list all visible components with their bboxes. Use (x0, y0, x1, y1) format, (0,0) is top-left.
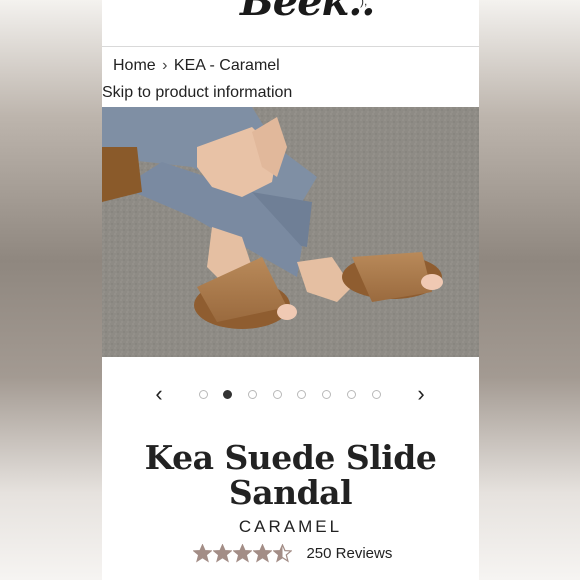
product-color: CARAMEL (238, 517, 343, 536)
carousel-dot-2[interactable] (223, 390, 232, 399)
star-half-icon (273, 544, 292, 563)
product-image[interactable] (102, 107, 479, 357)
image-carousel-controls: ‹ › (102, 383, 479, 407)
breadcrumb-home-link[interactable]: Home (113, 57, 156, 74)
brand-logo[interactable]: Beek.. (240, 0, 375, 25)
site-header: Beek.. ), (102, 0, 479, 47)
star-full-icon (233, 544, 252, 563)
skip-to-product-link[interactable]: Skip to product information (102, 84, 292, 102)
product-page: Beek.. ), Home › KEA - Caramel Skip to p… (102, 0, 479, 580)
carousel-dot-8[interactable] (372, 390, 381, 399)
carousel-dot-4[interactable] (273, 390, 282, 399)
breadcrumb: Home › KEA - Caramel (113, 57, 280, 75)
chevron-right-icon[interactable]: › (411, 383, 431, 407)
product-title: Kea Suede Slide Sandal (144, 438, 437, 512)
product-photo-illustration (102, 107, 479, 357)
carousel-dot-5[interactable] (297, 390, 306, 399)
reviews-link[interactable]: 250 Reviews (306, 545, 392, 562)
carousel-dot-7[interactable] (347, 390, 356, 399)
header-icon[interactable]: ), (360, 0, 367, 8)
carousel-dot-6[interactable] (322, 390, 331, 399)
star-full-icon (253, 544, 272, 563)
breadcrumb-separator-icon: › (162, 57, 168, 74)
star-full-icon (193, 544, 212, 563)
product-rating[interactable]: 250 Reviews (193, 544, 392, 568)
carousel-dot-3[interactable] (248, 390, 257, 399)
chevron-left-icon[interactable]: ‹ (149, 383, 169, 407)
breadcrumb-current[interactable]: KEA - Caramel (174, 57, 280, 74)
rating-stars (193, 544, 293, 563)
carousel-dot-1[interactable] (199, 390, 208, 399)
star-full-icon (213, 544, 232, 563)
